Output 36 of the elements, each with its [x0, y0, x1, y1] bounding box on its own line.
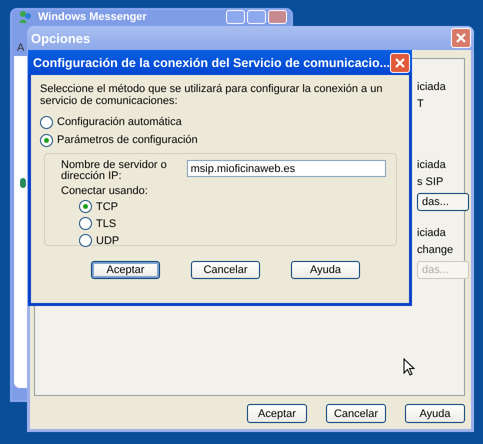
person-icon [20, 178, 26, 188]
label: iciada [417, 159, 447, 172]
close-icon [394, 56, 406, 68]
label: iciada [417, 81, 447, 94]
label: iciada [417, 227, 447, 240]
dialog-button[interactable]: Ayuda [405, 404, 465, 423]
people-icon [18, 10, 32, 24]
close-button[interactable] [390, 52, 410, 72]
label: s SIP [417, 176, 444, 189]
dialog-button[interactable]: Cancelar [326, 404, 386, 423]
server-field[interactable]: msip.mioficinaweb.es [186, 160, 386, 177]
label: change [417, 244, 454, 257]
dialog-button[interactable]: Aceptar [91, 261, 160, 279]
settings-button[interactable]: das... [417, 193, 469, 211]
label: T [417, 98, 425, 111]
radio-option[interactable]: TLS [79, 215, 386, 232]
window-title: Opciones [31, 30, 90, 46]
radio-option[interactable]: TCP [79, 198, 386, 215]
dialog-button[interactable]: Aceptar [247, 404, 307, 423]
radio-option[interactable]: Parámetros de configuración [40, 131, 399, 149]
dialog-button[interactable]: Ayuda [291, 261, 360, 279]
cursor-icon [403, 358, 415, 377]
field-label: Conectar usando: [61, 185, 149, 197]
dialog-button[interactable]: Cancelar [191, 261, 260, 279]
menu-item[interactable]: A [17, 42, 24, 54]
close-icon [455, 32, 467, 44]
field-label: Nombre de servidor o dirección IP: [61, 160, 168, 182]
close-button[interactable] [268, 10, 287, 24]
window-title: Windows Messenger [38, 10, 147, 24]
maximize-button[interactable] [247, 10, 266, 24]
dialog-title: Configuración de la conexión del Servicio de comunicacio... [33, 56, 390, 70]
radio-option[interactable]: UDP [79, 232, 386, 249]
close-button[interactable] [451, 28, 471, 48]
instruction-text: Seleccione el método que se utilizará para configurar la conexión a un servicio de comunicaciones: [40, 83, 384, 107]
radio-option[interactable]: Configuración automática [40, 113, 399, 131]
minimize-button[interactable] [226, 10, 245, 24]
